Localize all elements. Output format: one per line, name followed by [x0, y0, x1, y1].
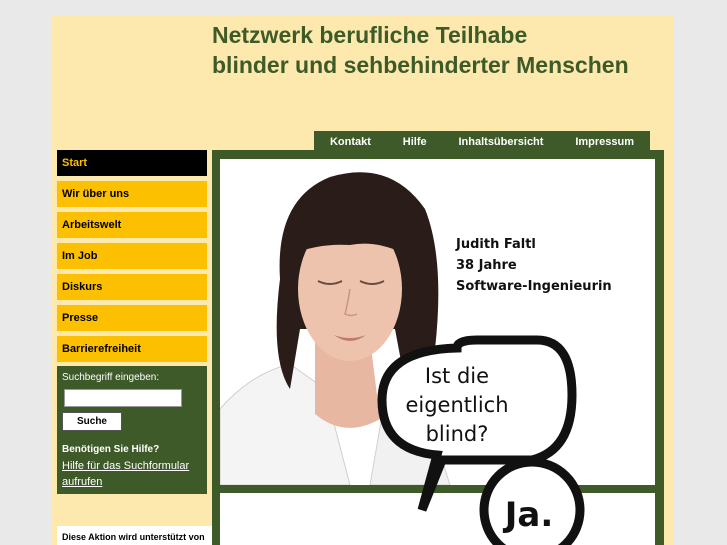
- main-content: Judith Faltl 38 Jahre Software-Ingenieur…: [212, 150, 664, 545]
- sidebar-item-im-job[interactable]: Im Job: [57, 243, 207, 269]
- topnav-kontakt[interactable]: Kontakt: [326, 136, 375, 148]
- search-input[interactable]: [64, 389, 182, 407]
- sidebar-item-presse[interactable]: Presse: [57, 305, 207, 331]
- search-panel: Suchbegriff eingeben: Suche Benötigen Si…: [57, 366, 207, 494]
- sidebar-item-wir-ueber-uns[interactable]: Wir über uns: [57, 181, 207, 207]
- sidebar-item-arbeitswelt[interactable]: Arbeitswelt: [57, 212, 207, 238]
- topnav-hilfe[interactable]: Hilfe: [399, 136, 431, 148]
- page: Netzwerk berufliche Teilhabe blinder und…: [52, 15, 674, 545]
- bubble-line2: eigentlich: [405, 393, 509, 417]
- sidebar-item-start[interactable]: Start: [57, 150, 207, 176]
- topnav-impressum[interactable]: Impressum: [571, 136, 638, 148]
- search-help-link[interactable]: Hilfe für das Suchformular aufrufen: [62, 458, 208, 490]
- search-button[interactable]: Suche: [62, 412, 122, 431]
- sidebar-item-barrierefreiheit[interactable]: Barrierefreiheit: [57, 336, 207, 362]
- site-title-line1: Netzwerk berufliche Teilhabe: [212, 22, 528, 48]
- site-title: Netzwerk berufliche Teilhabe blinder und…: [212, 20, 629, 80]
- sponsor-box: Diese Aktion wird unterstützt von: [57, 526, 212, 545]
- bubble-line1: Ist die: [424, 364, 490, 388]
- speech-bubble-question: Ist die eigentlich blind?: [382, 362, 532, 449]
- sidebar-navigation: Start Wir über uns Arbeitswelt Im Job Di…: [57, 150, 207, 367]
- bubble-line3: blind?: [425, 422, 489, 446]
- site-title-line2: blinder und sehbehinderter Menschen: [212, 52, 629, 78]
- sidebar-item-diskurs[interactable]: Diskurs: [57, 274, 207, 300]
- speech-bubble-answer: Ja.: [504, 495, 554, 535]
- speech-bubble-graphic: [377, 335, 585, 545]
- sponsor-text: Diese Aktion wird unterstützt von: [62, 532, 205, 542]
- search-label: Suchbegriff eingeben:: [62, 372, 160, 383]
- topnav-inhaltsuebersicht[interactable]: Inhaltsübersicht: [454, 136, 547, 148]
- search-help-heading: Benötigen Sie Hilfe?: [62, 444, 160, 455]
